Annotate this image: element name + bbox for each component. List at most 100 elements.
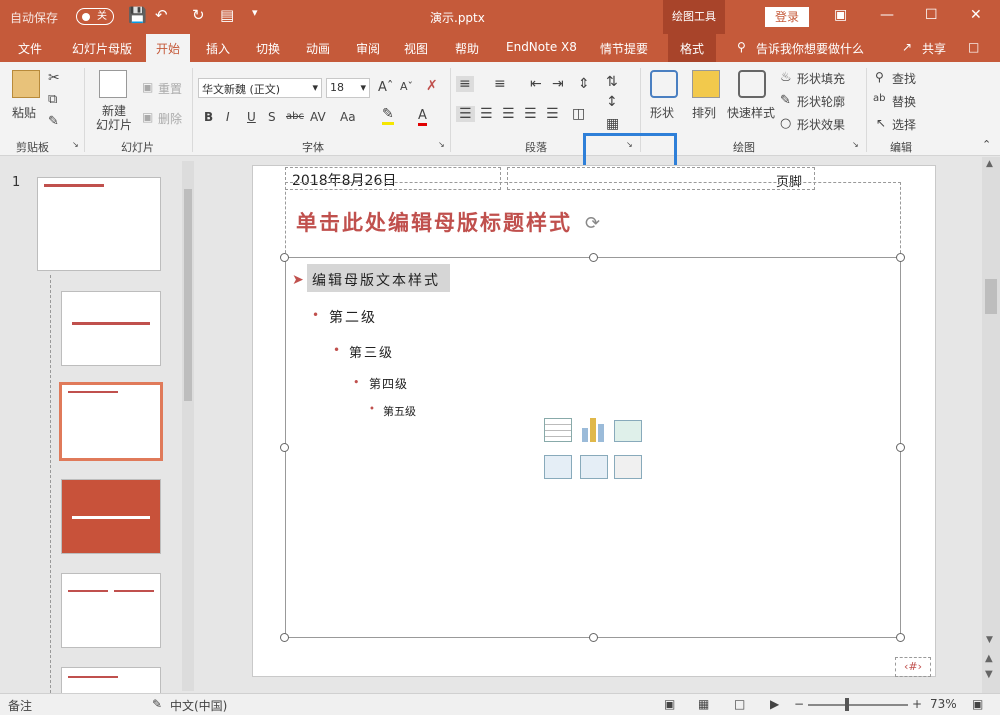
notes-button[interactable]: 备注 <box>8 697 32 714</box>
present-icon[interactable]: ▤ <box>220 6 234 24</box>
font-launcher-icon[interactable]: ↘ <box>438 140 445 149</box>
insert-video-icon[interactable] <box>614 455 642 479</box>
thumbnail-layout-two-content[interactable] <box>61 573 161 648</box>
tab-transitions[interactable]: 切换 <box>256 40 280 57</box>
shape-fill-icon[interactable]: ♨ <box>780 70 792 85</box>
login-button[interactable]: 登录 <box>765 7 809 27</box>
language-indicator[interactable]: 中文(中国) <box>170 697 227 714</box>
ribbon-display-icon[interactable]: ▣ <box>834 7 847 23</box>
shadow-button[interactable]: S <box>268 110 276 124</box>
bold-button[interactable]: B <box>204 110 213 124</box>
bullets-icon[interactable]: ≡ <box>456 76 474 92</box>
minimize-icon[interactable]: — <box>880 7 894 23</box>
undo-icon[interactable]: ↶ <box>155 6 168 24</box>
insert-picture-icon[interactable] <box>544 455 572 479</box>
line-spacing-icon[interactable]: ⇕ <box>578 76 590 92</box>
thumbnail-scrollbar[interactable] <box>182 161 194 691</box>
search-icon[interactable]: ⚲ <box>737 40 746 54</box>
thumbnail-layout-1[interactable] <box>61 291 161 366</box>
tab-insert[interactable]: 插入 <box>206 40 230 57</box>
arrange-button[interactable]: 排列 <box>692 104 716 121</box>
shrink-font-icon[interactable]: Aˇ <box>400 80 413 93</box>
thumbnail-layout-selected[interactable] <box>59 382 163 461</box>
thumbnail-master[interactable] <box>37 177 161 271</box>
normal-view-icon[interactable]: ▣ <box>664 697 675 711</box>
cut-icon[interactable]: ✂ <box>48 70 60 86</box>
select-icon[interactable]: ↖ <box>876 116 886 130</box>
char-spacing-button[interactable]: AV <box>310 110 326 124</box>
font-color-button[interactable]: A <box>418 108 427 126</box>
justify-icon[interactable]: ☰ <box>524 106 537 122</box>
tab-slide-master[interactable]: 幻灯片母版 <box>72 40 132 57</box>
insert-table-icon[interactable] <box>544 418 572 442</box>
clipboard-launcher-icon[interactable]: ↘ <box>72 140 79 149</box>
text-direction-icon[interactable]: ⇅ <box>606 74 618 90</box>
font-name-dropdown[interactable]: 华文新魏 (正文) ▾ <box>198 78 322 98</box>
resize-handle[interactable] <box>280 253 289 262</box>
shape-fill-button[interactable]: 形状填充 <box>797 70 845 87</box>
share-button[interactable]: 共享 <box>922 40 946 57</box>
find-icon[interactable]: ⚲ <box>875 70 884 84</box>
paste-icon[interactable] <box>12 70 40 98</box>
redo-icon[interactable]: ↻ <box>192 6 205 24</box>
resize-handle[interactable] <box>896 633 905 642</box>
resize-handle[interactable] <box>896 443 905 452</box>
tab-format[interactable]: 格式 <box>668 34 717 62</box>
replace-icon[interactable]: ab <box>873 93 885 104</box>
save-icon[interactable]: 💾 <box>128 6 147 24</box>
tell-me-search[interactable]: 告诉我你想要做什么 <box>756 40 864 57</box>
resize-handle[interactable] <box>280 443 289 452</box>
strikethrough-button[interactable]: abc <box>286 111 304 122</box>
resize-handle[interactable] <box>589 253 598 262</box>
shape-effects-icon[interactable]: ○ <box>780 116 791 131</box>
quick-styles-button[interactable]: 快速样式 <box>727 104 775 121</box>
font-size-dropdown[interactable]: 18 ▾ <box>326 78 370 98</box>
tab-storyboard[interactable]: 情节提要 <box>600 40 648 57</box>
columns-icon[interactable]: ◫ <box>572 106 585 122</box>
align-center-icon[interactable]: ☰ <box>480 106 493 122</box>
fit-slide-icon[interactable]: ▣ <box>972 697 983 711</box>
comments-icon[interactable]: □ <box>968 40 979 54</box>
autosave-toggle[interactable]: 关 <box>76 8 114 25</box>
thumbnail-layout-section[interactable] <box>61 479 161 554</box>
tab-help[interactable]: 帮助 <box>455 40 479 57</box>
slide-scrollbar[interactable]: ▲ ▼ ▲ ▼ <box>982 157 1000 693</box>
tab-view[interactable]: 视图 <box>404 40 428 57</box>
share-icon[interactable]: ↗ <box>902 40 912 54</box>
new-slide-icon[interactable] <box>99 70 127 98</box>
grow-font-icon[interactable]: Aˆ <box>378 80 393 95</box>
resize-handle[interactable] <box>589 633 598 642</box>
slideshow-icon[interactable]: ▶ <box>770 697 779 711</box>
next-slide-icon[interactable]: ▼ <box>985 669 993 680</box>
change-case-button[interactable]: Aa <box>340 110 356 124</box>
maximize-icon[interactable]: ☐ <box>925 7 938 23</box>
resize-handle[interactable] <box>280 633 289 642</box>
align-right-icon[interactable]: ☰ <box>502 106 515 122</box>
align-text-icon[interactable]: ↕ <box>606 94 618 110</box>
italic-button[interactable]: I <box>226 110 230 124</box>
shapes-button[interactable]: 形状 <box>650 104 674 121</box>
distributed-icon[interactable]: ☰ <box>546 106 559 122</box>
customize-qat-icon[interactable]: ▾ <box>252 6 258 19</box>
align-left-icon[interactable]: ☰ <box>456 106 475 122</box>
tab-home[interactable]: 开始 <box>146 34 191 62</box>
select-button[interactable]: 选择 <box>892 116 916 133</box>
zoom-out-icon[interactable]: − <box>794 697 804 711</box>
zoom-level[interactable]: 73% <box>930 697 957 711</box>
slide-sorter-icon[interactable]: ▦ <box>698 697 709 711</box>
insert-smartart-icon[interactable] <box>614 420 642 442</box>
underline-button[interactable]: U <box>247 110 256 124</box>
clear-format-icon[interactable]: ✗ <box>426 78 438 94</box>
body-placeholder[interactable] <box>285 257 901 638</box>
highlight-color-icon[interactable]: ✎ <box>382 106 394 125</box>
zoom-in-icon[interactable]: + <box>912 697 922 711</box>
arrange-icon[interactable] <box>692 70 720 98</box>
numbering-icon[interactable]: ≡ <box>494 76 506 92</box>
resize-handle[interactable] <box>896 253 905 262</box>
rotate-handle-icon[interactable]: ⟳ <box>585 213 600 234</box>
insert-chart-icon[interactable] <box>580 416 606 442</box>
increase-indent-icon[interactable]: ⇥ <box>552 76 564 92</box>
thumbnail-scroll-thumb[interactable] <box>184 189 192 401</box>
replace-button[interactable]: 替换 <box>892 93 916 110</box>
shape-outline-button[interactable]: 形状轮廓 <box>797 93 845 110</box>
